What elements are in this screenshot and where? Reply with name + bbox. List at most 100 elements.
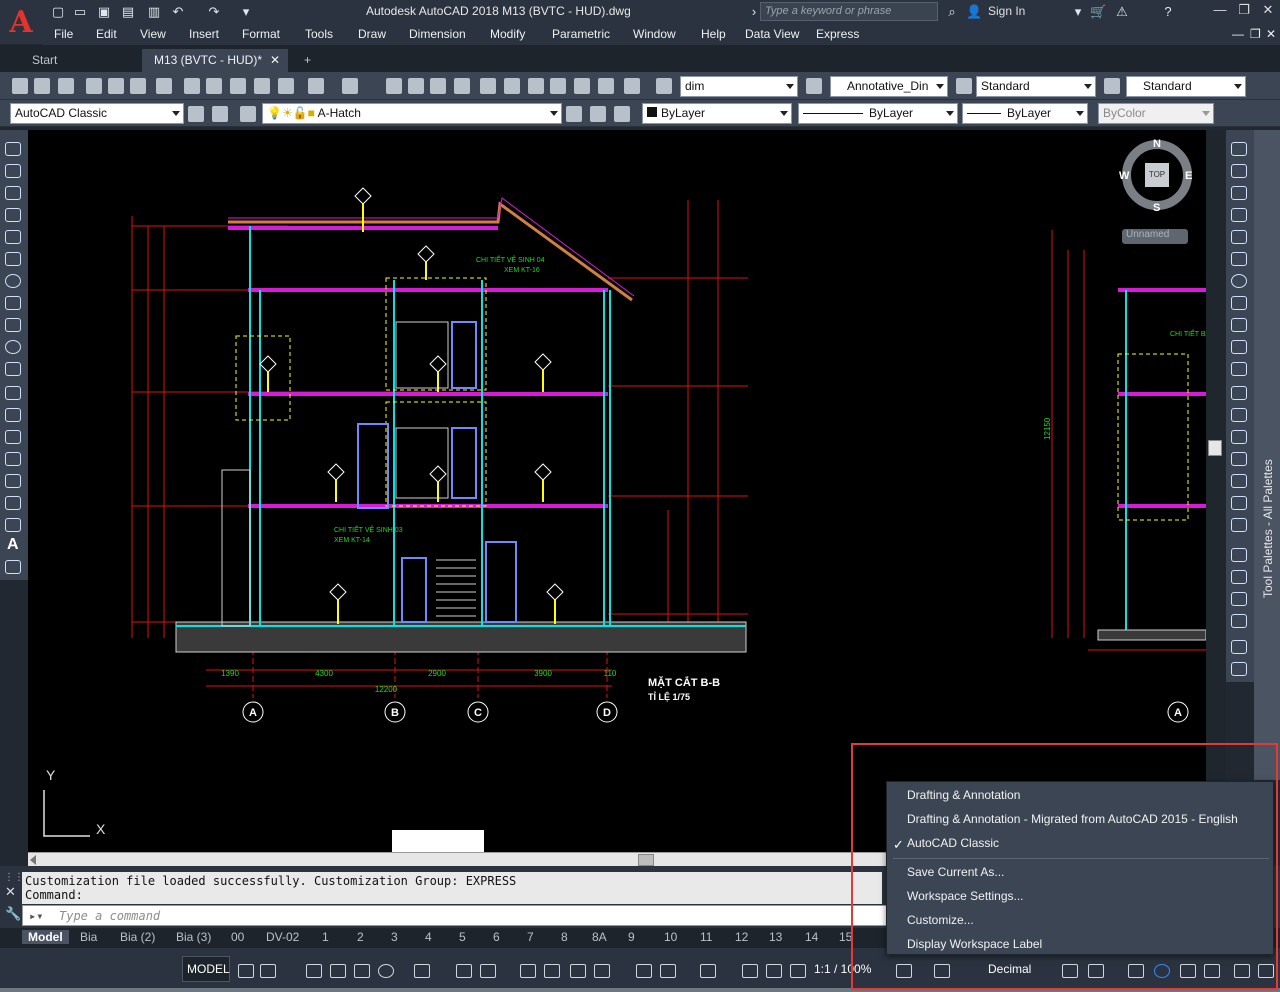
tool-palettes-title-bar[interactable]: Tool Palettes - All Palettes [1254,130,1280,780]
move-icon[interactable] [1231,252,1247,266]
layout-tab[interactable]: 13 [769,930,782,944]
ortho-mode-icon[interactable] [354,964,370,978]
menu-file[interactable]: File [54,27,73,41]
minimize-button[interactable]: — [1210,2,1230,20]
workspace-select[interactable]: AutoCAD Classic [10,103,184,124]
publish-icon[interactable] [130,78,146,94]
annotation-visibility-icon[interactable] [742,964,758,978]
tab-active-drawing[interactable]: M13 (BVTC - HUD)* ✕ [142,49,288,72]
object-snap-icon[interactable] [480,964,496,978]
paste-icon[interactable] [230,78,246,94]
properties-icon[interactable] [480,78,496,94]
cmd-grip-icon[interactable]: ⋮⋮ [4,872,24,883]
layout-tab-model[interactable]: Model [22,930,69,944]
undo-toolbar-icon[interactable] [308,78,324,94]
group-icon[interactable] [1231,640,1247,654]
print-icon[interactable]: ▥ [146,4,162,20]
menu-window[interactable]: Window [633,27,676,41]
open-icon[interactable] [34,78,50,94]
polygon-icon[interactable] [5,208,21,222]
layer-manager-icon[interactable] [240,106,256,122]
break-icon[interactable] [1231,408,1247,422]
cmd-customize-icon[interactable]: 🔧 [5,906,21,922]
zoom-previous-icon[interactable] [454,78,470,94]
scroll-left-arrow[interactable] [30,855,36,865]
table-style-select[interactable]: Standard [1126,76,1246,97]
color-select[interactable]: ByLayer [642,103,792,124]
gradient-icon[interactable] [5,474,21,488]
array-icon[interactable] [1231,230,1247,244]
qat-dropdown-icon[interactable]: ▾ [238,4,254,20]
sign-in-button[interactable]: Sign In [988,4,1025,18]
ungroup-icon[interactable] [1231,662,1247,676]
break-point-icon[interactable] [1231,386,1247,400]
offset-icon[interactable] [1231,208,1247,222]
workspace-settings-icon[interactable] [188,106,204,122]
isometric-icon[interactable] [414,964,430,978]
annotative-select[interactable]: Annotative_Din [830,76,948,97]
layout-tab[interactable]: 4 [425,930,432,944]
tool-palettes-icon[interactable] [528,78,544,94]
fillet-icon[interactable] [1231,474,1247,488]
polyline-icon[interactable] [5,186,21,200]
layout-tab[interactable]: 00 [231,930,244,944]
layout-tab[interactable]: 8A [592,930,607,944]
scale-icon[interactable] [1231,296,1247,310]
line-icon[interactable] [5,142,21,156]
doc-minimize-icon[interactable]: — [1232,27,1244,41]
ellipse-arc-icon[interactable] [5,362,21,376]
trim-icon[interactable] [1231,340,1247,354]
sheet-set-icon[interactable] [550,78,566,94]
compass-e[interactable]: E [1185,170,1192,182]
horizontal-scroll-thumb[interactable] [638,854,654,866]
close-button[interactable]: ✕ [1258,2,1278,20]
layer-previous-icon[interactable] [590,106,606,122]
tab-close-icon[interactable]: ✕ [270,53,280,67]
rotate-icon[interactable] [1231,274,1247,288]
menu-dimension[interactable]: Dimension [409,27,466,41]
menu-format[interactable]: Format [242,27,280,41]
snap-mode-icon[interactable] [260,964,276,978]
layout-tab[interactable]: 3 [391,930,398,944]
mirror-icon[interactable] [1231,186,1247,200]
arc-icon[interactable] [5,252,21,266]
hatch-icon[interactable] [5,452,21,466]
doc-close-icon[interactable]: ✕ [1266,27,1276,41]
search-input[interactable]: Type a keyword or phrase [760,2,938,21]
lineweight-select[interactable]: ByLayer [962,103,1088,124]
construction-line-icon[interactable] [5,164,21,178]
insert-block-icon[interactable] [5,386,21,400]
design-center-icon[interactable] [504,78,520,94]
3d-osnap-icon[interactable] [594,964,610,978]
rectangle-icon[interactable] [5,230,21,244]
extend-icon[interactable] [1231,362,1247,376]
qnew-icon[interactable] [12,78,28,94]
plot-preview-icon[interactable] [108,78,124,94]
ucs-menu[interactable]: Unnamed [1122,229,1188,244]
add-selected-icon[interactable] [5,560,21,574]
dwf-icon[interactable] [156,78,172,94]
menu-modify[interactable]: Modify [490,27,525,41]
layout-tab[interactable]: Bia (2) [120,930,155,944]
model-space-button[interactable]: MODEL [182,956,230,982]
layout-tab[interactable]: 2 [357,930,364,944]
revision-cloud-icon[interactable] [5,296,21,310]
table-icon[interactable] [5,518,21,532]
menu-edit[interactable]: Edit [96,27,117,41]
multiline-text-icon[interactable]: A [7,536,19,554]
layout-tab[interactable]: 14 [805,930,818,944]
plot-icon[interactable] [86,78,102,94]
dynamic-input-icon[interactable] [330,964,346,978]
polar-tracking-icon[interactable] [378,964,394,978]
cart-icon[interactable]: 🛒 [1090,4,1106,20]
menu-data-view[interactable]: Data View [745,27,799,41]
selection-cycling-icon[interactable] [570,964,586,978]
region-icon[interactable] [5,496,21,510]
pan-icon[interactable] [386,78,402,94]
layout-tab[interactable]: 8 [561,930,568,944]
infer-constraints-icon[interactable] [306,964,322,978]
chamfer-icon[interactable] [1231,452,1247,466]
layout-tab[interactable]: 11 [700,930,712,944]
point-icon[interactable] [5,430,21,444]
viewcube-top-face[interactable]: TOP [1145,163,1169,187]
